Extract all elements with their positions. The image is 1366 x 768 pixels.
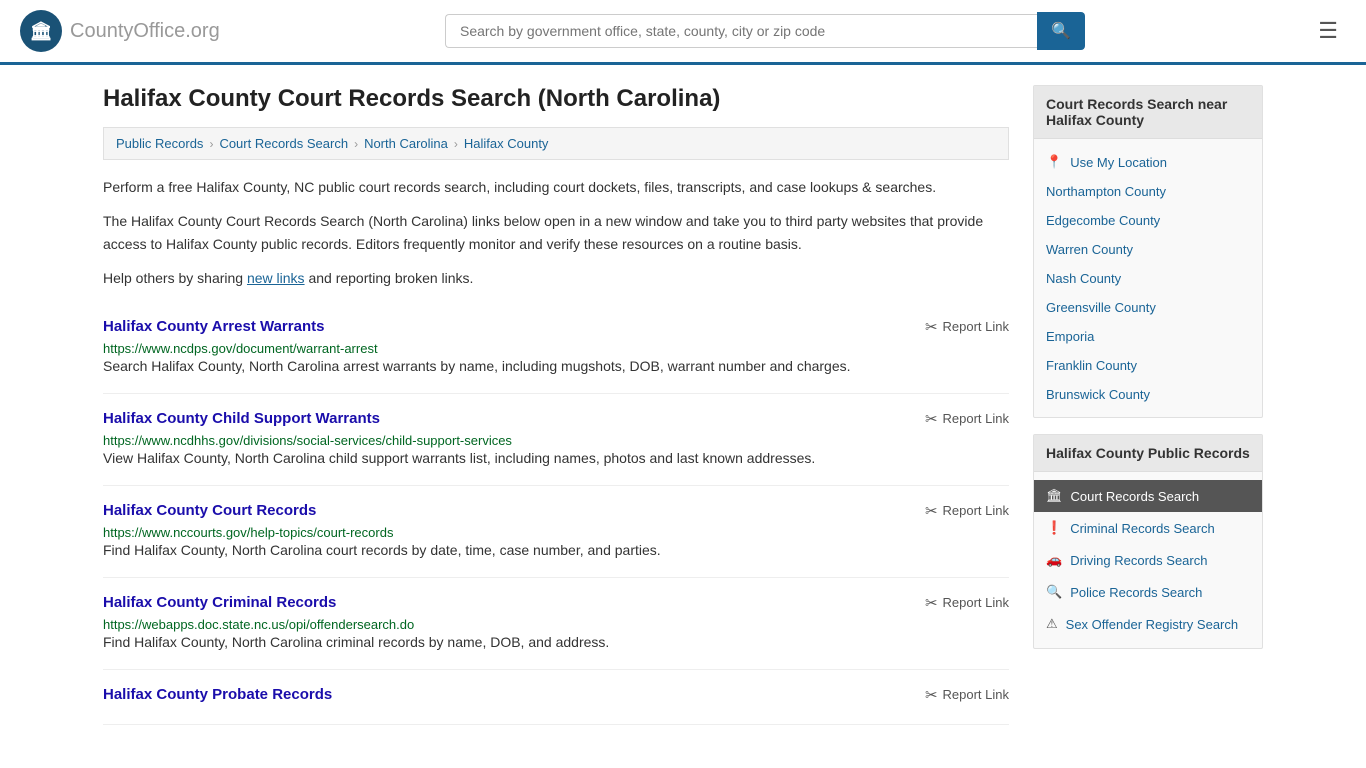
report-link-2[interactable]: ✂ Report Link: [925, 502, 1009, 520]
result-desc-0: Search Halifax County, North Carolina ar…: [103, 356, 1009, 377]
breadcrumb-halifax-county[interactable]: Halifax County: [464, 136, 549, 151]
result-title-3[interactable]: Halifax County Criminal Records: [103, 594, 336, 611]
sidebar: Court Records Search near Halifax County…: [1033, 85, 1263, 725]
result-desc-1: View Halifax County, North Carolina chil…: [103, 448, 1009, 469]
page-container: Halifax County Court Records Search (Nor…: [83, 65, 1283, 745]
result-header-3: Halifax County Criminal Records ✂ Report…: [103, 594, 1009, 612]
sidebar-pr-links: 🏛 Court Records Search ❗ Criminal Record…: [1034, 472, 1262, 648]
logo-icon: 🏛: [20, 10, 62, 52]
breadcrumb-sep-2: ›: [354, 137, 358, 151]
sidebar-pr-driving-records[interactable]: 🚗 Driving Records Search: [1034, 544, 1262, 576]
result-url-3[interactable]: https://webapps.doc.state.nc.us/opi/offe…: [103, 617, 414, 632]
police-records-icon: 🔍: [1046, 584, 1062, 600]
description-para1: Perform a free Halifax County, NC public…: [103, 176, 1009, 198]
sidebar-nearby-section: Court Records Search near Halifax County…: [1033, 85, 1263, 418]
sidebar-nearby-links: 📍 Use My Location Northampton County Edg…: [1034, 139, 1262, 417]
driving-records-icon: 🚗: [1046, 552, 1062, 568]
search-input[interactable]: [445, 14, 1037, 48]
sidebar-pr-criminal-records[interactable]: ❗ Criminal Records Search: [1034, 512, 1262, 544]
report-link-3[interactable]: ✂ Report Link: [925, 594, 1009, 612]
result-item-2: Halifax County Court Records ✂ Report Li…: [103, 486, 1009, 578]
breadcrumb-sep-1: ›: [209, 137, 213, 151]
result-url-1[interactable]: https://www.ncdhhs.gov/divisions/social-…: [103, 433, 512, 448]
criminal-records-icon: ❗: [1046, 520, 1062, 536]
sidebar-pr-title: Halifax County Public Records: [1034, 435, 1262, 472]
breadcrumb: Public Records › Court Records Search › …: [103, 127, 1009, 160]
result-header-0: Halifax County Arrest Warrants ✂ Report …: [103, 318, 1009, 336]
result-title-1[interactable]: Halifax County Child Support Warrants: [103, 410, 380, 427]
report-icon-3: ✂: [925, 594, 938, 612]
location-icon: 📍: [1046, 154, 1062, 170]
result-url-2[interactable]: https://www.nccourts.gov/help-topics/cou…: [103, 525, 393, 540]
sidebar-nearby-3[interactable]: Nash County: [1034, 264, 1262, 293]
menu-button[interactable]: ☰: [1310, 14, 1346, 48]
sidebar-pr-sex-offender[interactable]: ⚠ Sex Offender Registry Search: [1034, 608, 1262, 640]
sex-offender-icon: ⚠: [1046, 616, 1058, 632]
result-title-0[interactable]: Halifax County Arrest Warrants: [103, 318, 324, 335]
result-header-1: Halifax County Child Support Warrants ✂ …: [103, 410, 1009, 428]
result-header-4: Halifax County Probate Records ✂ Report …: [103, 686, 1009, 704]
report-link-0[interactable]: ✂ Report Link: [925, 318, 1009, 336]
description-para2: The Halifax County Court Records Search …: [103, 210, 1009, 255]
sidebar-nearby-0[interactable]: Northampton County: [1034, 177, 1262, 206]
breadcrumb-public-records[interactable]: Public Records: [116, 136, 203, 151]
sidebar-nearby-7[interactable]: Brunswick County: [1034, 380, 1262, 409]
result-item-1: Halifax County Child Support Warrants ✂ …: [103, 394, 1009, 486]
report-link-1[interactable]: ✂ Report Link: [925, 410, 1009, 428]
sidebar-pr-court-records[interactable]: 🏛 Court Records Search: [1034, 480, 1262, 512]
result-header-2: Halifax County Court Records ✂ Report Li…: [103, 502, 1009, 520]
breadcrumb-sep-3: ›: [454, 137, 458, 151]
sidebar-nearby-4[interactable]: Greensville County: [1034, 293, 1262, 322]
site-header: 🏛 CountyOffice.org 🔍 ☰: [0, 0, 1366, 65]
sidebar-nearby-6[interactable]: Franklin County: [1034, 351, 1262, 380]
result-title-4[interactable]: Halifax County Probate Records: [103, 686, 332, 703]
results-list: Halifax County Arrest Warrants ✂ Report …: [103, 302, 1009, 725]
sidebar-pr-police-records[interactable]: 🔍 Police Records Search: [1034, 576, 1262, 608]
description-para3: Help others by sharing new links and rep…: [103, 267, 1009, 289]
search-bar: 🔍: [445, 12, 1085, 50]
sidebar-nearby-5[interactable]: Emporia: [1034, 322, 1262, 351]
sidebar-use-my-location[interactable]: 📍 Use My Location: [1034, 147, 1262, 177]
result-title-2[interactable]: Halifax County Court Records: [103, 502, 316, 519]
sidebar-pr-section: Halifax County Public Records 🏛 Court Re…: [1033, 434, 1263, 649]
page-title: Halifax County Court Records Search (Nor…: [103, 85, 1009, 113]
breadcrumb-north-carolina[interactable]: North Carolina: [364, 136, 448, 151]
report-icon-2: ✂: [925, 502, 938, 520]
main-content: Halifax County Court Records Search (Nor…: [103, 85, 1009, 725]
result-url-0[interactable]: https://www.ncdps.gov/document/warrant-a…: [103, 341, 378, 356]
search-button[interactable]: 🔍: [1037, 12, 1085, 50]
result-item-3: Halifax County Criminal Records ✂ Report…: [103, 578, 1009, 670]
result-desc-2: Find Halifax County, North Carolina cour…: [103, 540, 1009, 561]
new-links-link[interactable]: new links: [247, 270, 305, 286]
breadcrumb-court-records[interactable]: Court Records Search: [219, 136, 348, 151]
report-icon-0: ✂: [925, 318, 938, 336]
report-icon-1: ✂: [925, 410, 938, 428]
sidebar-nearby-1[interactable]: Edgecombe County: [1034, 206, 1262, 235]
logo: 🏛 CountyOffice.org: [20, 10, 220, 52]
report-icon-4: ✂: [925, 686, 938, 704]
logo-text: CountyOffice.org: [70, 20, 220, 43]
sidebar-nearby-title: Court Records Search near Halifax County: [1034, 86, 1262, 139]
result-item-4: Halifax County Probate Records ✂ Report …: [103, 670, 1009, 725]
result-item-0: Halifax County Arrest Warrants ✂ Report …: [103, 302, 1009, 394]
court-records-icon: 🏛: [1046, 488, 1063, 504]
result-desc-3: Find Halifax County, North Carolina crim…: [103, 632, 1009, 653]
sidebar-nearby-2[interactable]: Warren County: [1034, 235, 1262, 264]
report-link-4[interactable]: ✂ Report Link: [925, 686, 1009, 704]
